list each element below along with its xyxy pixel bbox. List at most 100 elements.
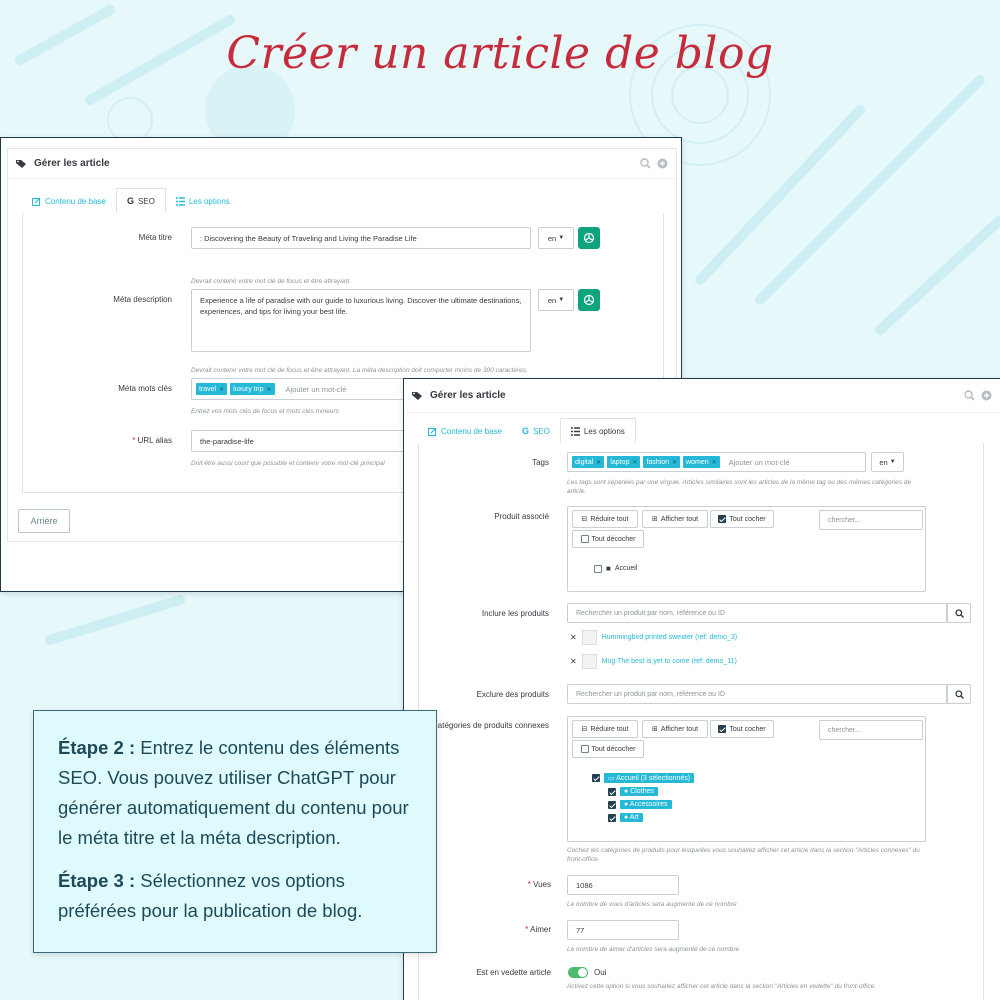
panel-header: Gérer les article	[404, 379, 1000, 413]
caret-down-icon: ▼	[558, 297, 565, 303]
remove-icon[interactable]: ✕	[632, 459, 637, 466]
edit-icon	[32, 197, 41, 206]
views-help: Le nombre de vues d'articles sera augmen…	[567, 901, 737, 908]
tag-chip[interactable]: digital ✕	[572, 456, 605, 468]
remove-icon[interactable]: ✕	[267, 386, 272, 393]
checkbox[interactable]	[592, 774, 600, 782]
tag-chip[interactable]: women ✕	[683, 456, 720, 468]
tab-bar: Contenu de base G SEO Les options	[418, 418, 984, 444]
step-2-text: Étape 2 : Entrez le contenu des éléments…	[58, 737, 409, 848]
related-categories-search[interactable]: chercher...	[819, 720, 923, 740]
exclude-search-button[interactable]	[947, 684, 971, 704]
panel-title: Gérer les article	[430, 390, 506, 401]
check-all-button[interactable]: Tout cocher	[710, 510, 774, 528]
associated-product-search[interactable]: chercher...	[819, 510, 923, 530]
check-all-button[interactable]: Tout cocher	[710, 720, 774, 738]
url-alias-label: * URL alias	[132, 436, 172, 445]
add-circle-icon[interactable]	[657, 158, 668, 169]
collapse-all-button[interactable]: ⊟ Réduire tout	[572, 510, 638, 528]
caret-down-icon: ▼	[558, 235, 565, 241]
meta-description-lang-select[interactable]: en ▼	[538, 289, 574, 311]
add-circle-icon[interactable]	[981, 390, 992, 401]
google-icon: G	[521, 426, 529, 436]
tags-lang-select[interactable]: en ▼	[871, 452, 904, 472]
checked-icon	[718, 725, 727, 733]
minus-square-icon: ⊟	[581, 516, 588, 523]
google-icon: G	[126, 196, 134, 206]
tag-chip[interactable]: fashion ✕	[643, 456, 681, 468]
back-button[interactable]: Arrière	[18, 509, 70, 533]
tree-item-accessories[interactable]: ● Accessoires	[608, 800, 672, 809]
included-product-item[interactable]: ✕ Hummingbird printed sweater (ref: demo…	[570, 630, 737, 645]
meta-title-lang-select[interactable]: en ▼	[538, 227, 574, 249]
unchecked-icon	[580, 535, 589, 543]
views-input[interactable]: 1086	[567, 875, 679, 895]
remove-icon[interactable]: ✕	[219, 386, 224, 393]
tree-item-home[interactable]: ▭ Accueil (3 sélectionnés)	[592, 773, 695, 783]
tab-basic-content[interactable]: Contenu de base	[22, 188, 116, 214]
tree-item-home[interactable]: ■ Accueil	[594, 564, 637, 573]
likes-help: Le nombre de aimer d'articles sera augme…	[567, 946, 740, 953]
remove-icon[interactable]: ✕	[596, 459, 601, 466]
associated-product-label: Produit associé	[494, 512, 549, 521]
step-3-text: Étape 3 : Sélectionnez vos options préfé…	[58, 870, 363, 921]
instructions-box: Étape 2 : Entrez le contenu des éléments…	[33, 710, 437, 953]
checkbox[interactable]	[608, 800, 616, 809]
plus-square-icon: ⊞	[651, 726, 658, 733]
checkbox[interactable]	[608, 813, 616, 822]
tree-label: ● Accessoires	[620, 800, 672, 809]
featured-toggle[interactable]	[568, 967, 588, 978]
search-icon	[954, 689, 964, 699]
remove-icon[interactable]: ✕	[570, 657, 577, 666]
options-panel: Gérer les article Contenu de base G SEO …	[403, 378, 1000, 1000]
exclude-products-search[interactable]: Rechercher un produit par nom, référence…	[567, 684, 947, 704]
keyword-placeholder: Ajouter un mot-clé	[285, 384, 347, 394]
collapse-all-button[interactable]: ⊟ Réduire tout	[572, 720, 638, 738]
tree-item-clothes[interactable]: ● Clothes	[608, 787, 658, 796]
edit-icon	[428, 427, 437, 436]
panel-header: Gérer les article	[8, 149, 676, 179]
checkbox[interactable]	[594, 564, 602, 573]
remove-icon[interactable]: ✕	[570, 633, 577, 642]
keyword-chip[interactable]: luxury trip ✕	[230, 383, 275, 395]
tags-icon	[412, 391, 422, 400]
tags-input[interactable]: digital ✕ laptop ✕ fashion ✕ women ✕ Ajouter…	[567, 452, 866, 472]
remove-icon[interactable]: ✕	[712, 459, 717, 466]
tree-item-art[interactable]: ● Art	[608, 813, 643, 822]
likes-input[interactable]: 77	[567, 920, 679, 940]
chatgpt-icon	[583, 232, 595, 244]
included-product-item[interactable]: ✕ Mug The best is yet to come (ref: demo…	[570, 654, 737, 669]
zoom-icon[interactable]	[640, 158, 651, 169]
chatgpt-description-button[interactable]	[578, 289, 600, 311]
uncheck-all-button[interactable]: Tout décocher	[572, 530, 644, 548]
remove-icon[interactable]: ✕	[672, 459, 677, 466]
tab-seo[interactable]: G SEO	[115, 188, 166, 214]
search-icon	[954, 608, 964, 618]
zoom-icon[interactable]	[964, 390, 975, 401]
expand-all-button[interactable]: ⊞ Afficher tout	[642, 510, 708, 528]
tags-icon	[16, 159, 26, 168]
include-search-button[interactable]	[947, 603, 971, 623]
tab-options[interactable]: Les options	[559, 418, 636, 444]
tag-chip[interactable]: laptop ✕	[607, 456, 641, 468]
tags-placeholder: Ajouter un mot-clé	[728, 457, 790, 467]
include-products-search[interactable]: Rechercher un produit par nom, référence…	[567, 603, 947, 623]
tab-bar: Contenu de base G SEO Les options	[22, 188, 662, 214]
meta-keywords-label: Méta mots clés	[118, 384, 172, 393]
meta-title-input[interactable]: : Discovering the Beauty of Traveling an…	[191, 227, 531, 249]
related-categories-help: Cochez les catégories de produits pour l…	[567, 847, 920, 863]
expand-all-button[interactable]: ⊞ Afficher tout	[642, 720, 708, 738]
tab-seo[interactable]: G SEO	[512, 418, 560, 444]
keyword-chip[interactable]: travel ✕	[196, 383, 228, 395]
tab-options[interactable]: Les options	[166, 188, 240, 214]
product-thumbnail	[581, 630, 597, 645]
meta-description-help: Devrait contenir votre mot clé de focus …	[191, 367, 528, 374]
uncheck-all-button[interactable]: Tout décocher	[572, 740, 644, 758]
meta-title-label: Méta titre	[138, 233, 172, 242]
chatgpt-title-button[interactable]	[578, 227, 600, 249]
meta-title-help: Devrait contenir votre mot clé de focus …	[191, 278, 352, 285]
minus-square-icon: ⊟	[581, 726, 588, 733]
meta-description-textarea[interactable]: Experience a life of paradise with our g…	[191, 289, 531, 352]
checkbox[interactable]	[608, 787, 616, 796]
tab-basic-content[interactable]: Contenu de base	[418, 418, 512, 444]
